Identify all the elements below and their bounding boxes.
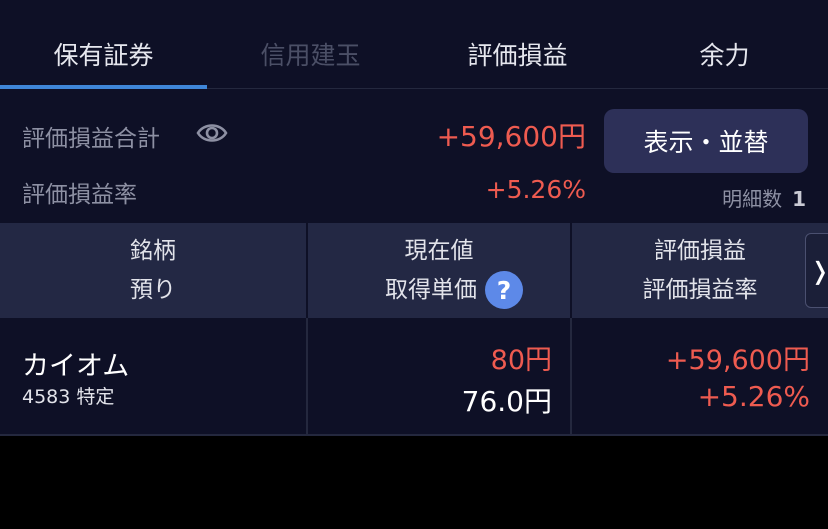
column-header-stock: 銘柄 預り [0, 223, 306, 318]
stock-name: カイオム [22, 351, 130, 382]
pl-rate: +5.26% [697, 380, 810, 413]
tab-bar: 保有証券 信用建玉 評価損益 余力 [0, 0, 828, 89]
tab-valuation-pl[interactable]: 評価損益 [414, 0, 621, 88]
eye-icon[interactable] [196, 121, 228, 145]
header-pl-rate: 評価損益率 [642, 276, 758, 303]
header-stock-name: 銘柄 [130, 237, 176, 264]
column-header-pl: 評価損益 評価損益率 [570, 223, 828, 318]
header-pl: 評価損益 [654, 237, 746, 264]
question-circle-icon[interactable]: ? [485, 271, 523, 309]
cell-pl: +59,600円 +5.26% [570, 318, 828, 434]
tab-holdings[interactable]: 保有証券 [0, 0, 207, 89]
table-header: 銘柄 預り 現在値 取得単価 ? 評価損益 評価損益率 [0, 223, 828, 318]
tab-buying-power[interactable]: 余力 [621, 0, 828, 88]
current-price: 80円 [490, 345, 552, 376]
chevron-right-icon: ❭ [810, 257, 828, 285]
total-pl-value: +59,600円 [436, 120, 586, 153]
header-acquisition-price: 取得単価 [385, 276, 477, 303]
pl-value: +59,600円 [665, 345, 810, 376]
table-row[interactable]: カイオム 4583 特定 80円 76.0円 +59,600円 +5.26% [0, 318, 828, 436]
tab-margin-positions[interactable]: 信用建玉 [207, 0, 414, 88]
next-columns-button[interactable]: ❭ [805, 233, 828, 308]
item-count: 明細数 1 [722, 183, 806, 212]
header-custody: 預り [130, 276, 176, 303]
stock-code-account: 4583 特定 [22, 386, 115, 408]
item-count-value: 1 [792, 187, 806, 211]
cell-stock: カイオム 4583 特定 [0, 318, 306, 434]
total-pl-label: 評価損益合計 [22, 126, 160, 152]
cell-price: 80円 76.0円 [306, 318, 570, 434]
pl-rate-label: 評価損益率 [22, 182, 137, 208]
column-header-price: 現在値 取得単価 ? [306, 223, 570, 318]
item-count-label: 明細数 [722, 187, 783, 211]
header-current-price: 現在値 [404, 237, 474, 264]
acquisition-price: 76.0円 [461, 385, 552, 418]
display-sort-button[interactable]: 表示・並替 [604, 109, 808, 173]
header-acquisition-price-wrap: 取得単価 ? [385, 271, 523, 310]
pl-summary: 評価損益合計 +59,600円 評価損益率 +5.26% 表示・並替 明細数 1 [0, 89, 828, 223]
pl-rate-value: +5.26% [485, 175, 586, 204]
